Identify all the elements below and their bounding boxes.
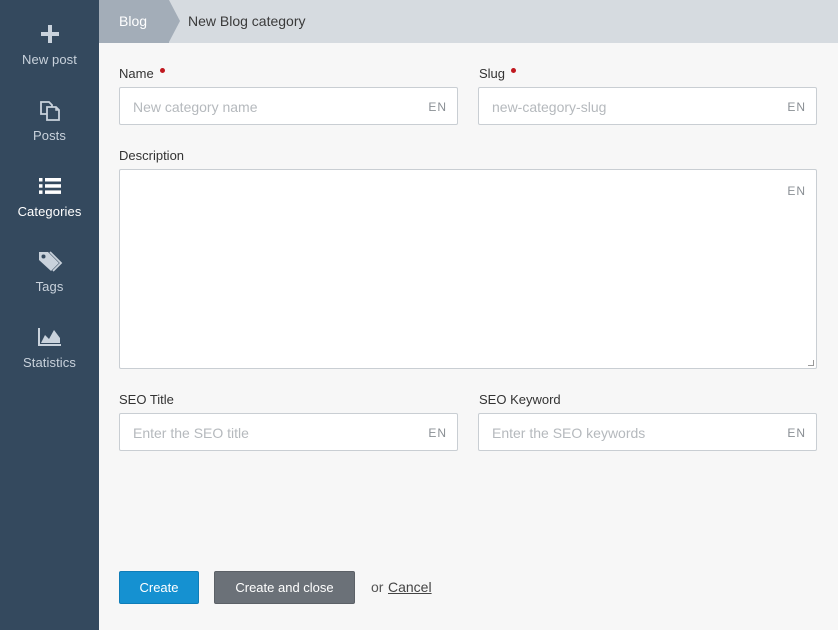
seo-title-placeholder: Enter the SEO title (133, 425, 249, 441)
language-badge: EN (787, 184, 806, 198)
sidebar-item-label: Statistics (22, 355, 76, 370)
slug-input[interactable]: new-category-slug EN (478, 87, 817, 125)
sidebar-item-posts[interactable]: Posts (0, 98, 99, 143)
sidebar-item-label: Categories (17, 204, 82, 219)
seo-title-label: SEO Title (119, 392, 174, 407)
breadcrumb-arrow (169, 0, 180, 42)
seo-keyword-input[interactable]: Enter the SEO keywords EN (478, 413, 817, 451)
sidebar-item-statistics[interactable]: Statistics (0, 325, 99, 370)
sidebar-item-label: Posts (32, 128, 66, 143)
language-badge: EN (787, 100, 806, 114)
description-textarea[interactable]: EN (119, 169, 817, 369)
plus-icon (37, 22, 63, 46)
or-text: or (371, 579, 384, 595)
seo-keyword-label: SEO Keyword (479, 392, 561, 407)
name-label: Name (119, 66, 165, 81)
create-button[interactable]: Create (119, 571, 199, 604)
breadcrumb: Blog New Blog category (99, 0, 838, 43)
name-input[interactable]: New category name EN (119, 87, 458, 125)
create-and-close-button[interactable]: Create and close (214, 571, 355, 604)
language-badge: EN (428, 426, 447, 440)
sidebar-item-new-post[interactable]: New post (0, 22, 99, 67)
cancel-link[interactable]: Cancel (388, 579, 432, 595)
required-indicator (159, 68, 165, 73)
posts-icon (37, 98, 63, 122)
sidebar-item-label: Tags (35, 279, 64, 294)
page-title: New Blog category (188, 13, 306, 29)
seo-keyword-placeholder: Enter the SEO keywords (492, 425, 646, 441)
sidebar-item-tags[interactable]: Tags (0, 249, 99, 294)
required-indicator (511, 68, 517, 73)
language-badge: EN (787, 426, 806, 440)
breadcrumb-parent[interactable]: Blog (99, 0, 169, 43)
slug-label: Slug (479, 66, 517, 81)
sidebar-item-categories[interactable]: Categories (0, 174, 99, 219)
slug-placeholder: new-category-slug (492, 99, 607, 115)
sidebar: New post Posts Categories Tags Statistic… (0, 0, 99, 630)
slug-label-text: Slug (479, 66, 506, 81)
description-label: Description (119, 148, 185, 163)
breadcrumb-parent-label[interactable]: Blog (119, 13, 147, 29)
name-label-text: Name (119, 66, 154, 81)
sidebar-item-label: New post (22, 52, 77, 67)
name-placeholder: New category name (133, 99, 258, 115)
resize-handle[interactable] (808, 360, 814, 366)
area-chart-icon (37, 325, 63, 349)
tags-icon (37, 249, 63, 273)
list-icon (37, 174, 63, 198)
language-badge: EN (428, 100, 447, 114)
seo-title-input[interactable]: Enter the SEO title EN (119, 413, 458, 451)
